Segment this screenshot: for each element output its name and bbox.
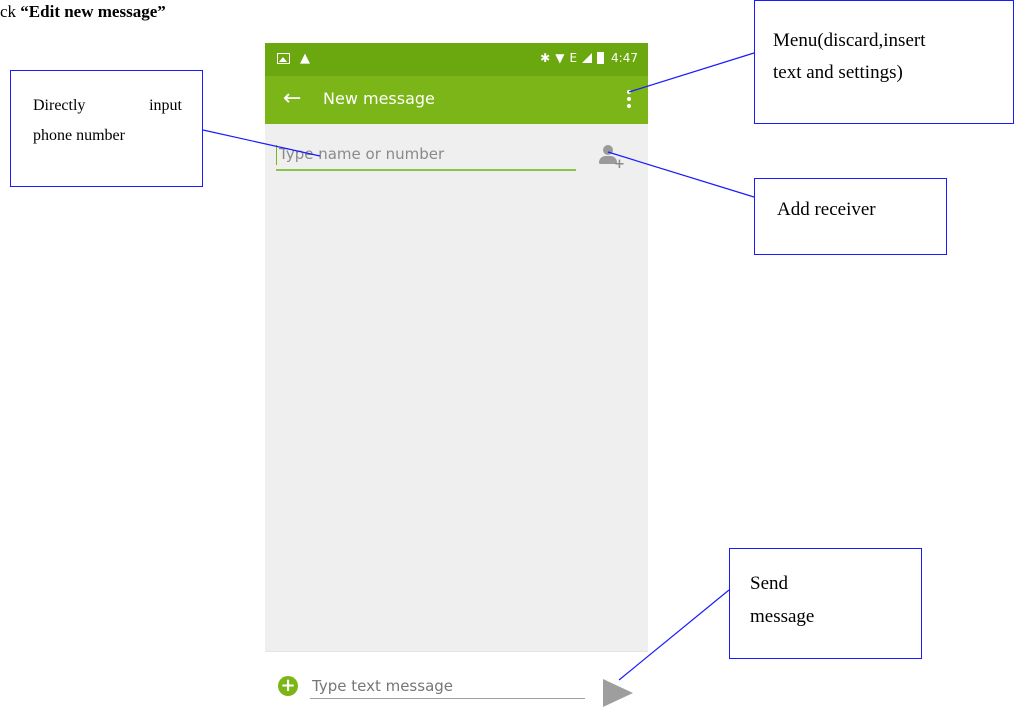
network-type: E [569,51,578,65]
clock-time: 4:47 [611,51,638,65]
document-heading: ck “Edit new message” [0,0,166,26]
wifi-icon: ▼ [555,51,565,65]
heading-prefix: ck [0,2,21,21]
callout-send-line2: message [750,606,815,627]
status-bar: ▲ ✱ ▼ E 4:47 [265,43,648,76]
recipient-placeholder: Type name or number [279,145,445,163]
more-vert-icon[interactable] [626,90,632,108]
image-icon [277,53,290,64]
battery-icon [597,52,605,64]
page-title: New message [323,89,435,108]
recipient-input[interactable]: Type name or number [276,143,576,171]
message-placeholder: Type text message [312,677,454,695]
signal-icon [582,53,593,63]
callout-input-line2: phone number [33,127,125,144]
warning-icon: ▲ [300,51,310,66]
app-bar: ← New message [265,76,648,124]
message-input[interactable]: Type text message [310,676,585,699]
callout-send-line1: Send [750,573,788,594]
send-icon[interactable] [603,679,633,707]
callout-receiver-text: Add receiver [777,199,876,220]
add-person-icon[interactable]: + [599,143,625,173]
callout-add-receiver: Add receiver [754,178,947,255]
text-cursor [276,145,277,165]
arrow-back-icon[interactable]: ← [283,86,301,112]
heading-bold: “Edit new message” [20,2,166,21]
add-circle-icon[interactable]: + [278,676,298,696]
callout-menu-line2: text and settings) [773,62,903,83]
callout-menu: Menu(discard,insert text and settings) [754,0,1014,124]
compose-bar: + Type text message [265,651,648,716]
bluetooth-icon: ✱ [540,51,551,65]
callout-input-line1: Directly input [33,97,182,114]
callout-menu-line1: Menu(discard,insert [773,30,926,51]
callout-direct-input: Directly input phone number [10,70,203,187]
callout-send-message: Send message [729,548,922,659]
phone-screen: ▲ ✱ ▼ E 4:47 ← New message Type name or … [265,43,648,716]
